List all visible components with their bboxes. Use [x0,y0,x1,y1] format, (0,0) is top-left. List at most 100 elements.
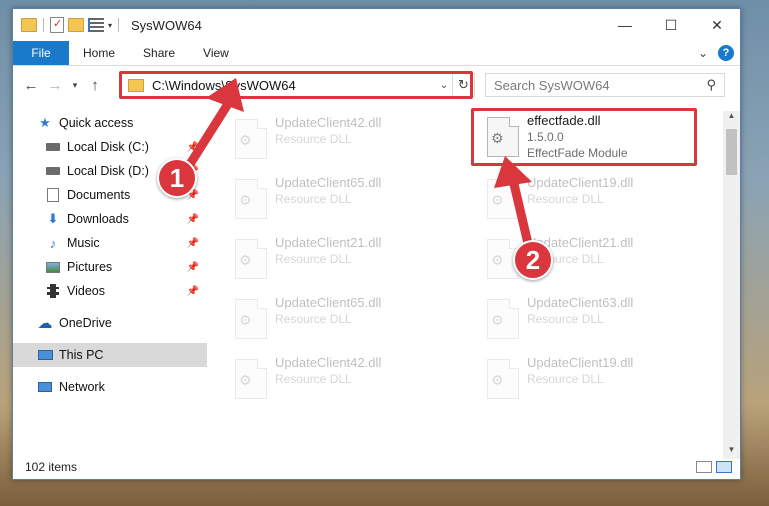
pin-icon[interactable]: 📌 [187,262,199,273]
file-type: Resource DLL [527,312,604,326]
item-count: 102 items [25,460,78,474]
file-type: Resource DLL [275,312,352,326]
sidebar-item-label: Downloads [67,212,129,226]
minimize-button[interactable]: — [602,9,648,41]
file-name: UpdateClient19.dll [527,175,634,190]
expand-ribbon-chevron-icon[interactable]: ⌄ [698,46,708,60]
file-name: UpdateClient19.dll [527,355,634,370]
large-icons-view-icon[interactable] [716,461,732,473]
file-type: Resource DLL [527,192,604,206]
videos-icon [45,284,61,298]
file-name: effectfade.dll [527,113,601,128]
details-view-icon[interactable] [696,461,712,473]
file-version: 1.5.0.0 [527,130,564,144]
folder-icon [21,18,37,32]
file-item[interactable]: ⚙ UpdateClient19.dll Resource DLL [475,175,695,227]
pin-icon[interactable]: 📌 [187,238,199,249]
file-name: UpdateClient65.dll [275,295,382,310]
close-button[interactable]: ✕ [694,9,740,41]
sidebar-item-label: Network [59,380,105,394]
address-dropdown-chevron-icon[interactable]: ⌄ [436,80,452,91]
sidebar-item-label: This PC [59,348,104,362]
quick-access-toolbar: ▾ [13,17,121,33]
pin-icon[interactable]: 📌 [187,214,199,225]
sidebar-item-music[interactable]: ♪ Music 📌 [13,231,207,255]
download-icon: ⬇ [47,211,59,226]
callout-badge-1: 1 [157,158,197,198]
documents-icon [45,188,61,202]
tab-file[interactable]: File [13,41,69,65]
sidebar-item-label: Documents [67,188,131,202]
sidebar-item-local-disk-c[interactable]: Local Disk (C:) 📌 [13,135,207,159]
file-item[interactable]: ⚙ UpdateClient63.dll Resource DLL [475,295,695,347]
customize-toolbar-chevron-icon[interactable]: ▾ [108,21,112,30]
back-arrow-icon[interactable]: ← [19,77,43,94]
dll-file-icon: ⚙ [235,179,267,219]
sidebar-item-onedrive[interactable]: ☁ OneDrive [13,311,207,335]
file-item[interactable]: ⚙ UpdateClient65.dll Resource DLL [223,175,443,227]
tab-share[interactable]: Share [129,41,189,65]
search-placeholder[interactable]: Search SysWOW64 [494,78,706,93]
tab-view[interactable]: View [189,41,243,65]
navigation-bar: ← → ▾ ↑ C:\Windows\SysWOW64 ⌄ ↻ Search S… [13,67,740,103]
file-type: Resource DLL [275,372,352,386]
address-bar[interactable]: C:\Windows\SysWOW64 ⌄ ↻ [121,73,475,97]
file-type: Resource DLL [527,372,604,386]
pin-icon[interactable]: 📌 [187,286,199,297]
file-type: Resource DLL [275,252,352,266]
music-icon: ♪ [49,235,57,251]
sidebar-item-network[interactable]: Network [13,375,207,399]
cloud-icon: ☁ [37,315,53,332]
refresh-icon[interactable]: ↻ [452,74,474,96]
file-list: ⚙ UpdateClient42.dll Resource DLL ⚙ Upda… [223,111,723,451]
star-icon: ★ [39,115,51,130]
pin-icon[interactable]: 📌 [187,142,199,153]
ribbon-tabs: File Home Share View ⌄ ? [13,41,740,66]
file-name: UpdateClient63.dll [527,295,634,310]
address-path[interactable]: C:\Windows\SysWOW64 [152,78,436,93]
scroll-thumb[interactable] [726,129,737,175]
new-folder-icon[interactable] [68,18,84,32]
sidebar-item-downloads[interactable]: ⬇ Downloads 📌 [13,207,207,231]
network-icon [37,380,53,394]
sidebar-item-videos[interactable]: Videos 📌 [13,279,207,303]
file-item-effectfade[interactable]: ⚙ effectfade.dll 1.5.0.0 EffectFade Modu… [475,113,695,165]
file-item[interactable]: ⚙ UpdateClient65.dll Resource DLL [223,295,443,347]
sidebar-item-label: Local Disk (C:) [67,140,149,154]
search-input[interactable]: Search SysWOW64 ⚲ [485,73,725,97]
sidebar-item-label: Music [67,236,100,250]
file-item[interactable]: ⚙ UpdateClient19.dll Resource DLL [475,355,695,407]
forward-arrow-icon[interactable]: → [43,77,67,94]
dll-file-icon: ⚙ [487,359,519,399]
scroll-up-arrow-icon[interactable]: ▲ [723,111,740,125]
tab-home[interactable]: Home [69,41,129,65]
sidebar-item-pictures[interactable]: Pictures 📌 [13,255,207,279]
up-arrow-icon[interactable]: ↑ [83,77,107,94]
vertical-scrollbar[interactable]: ▲ ▼ [723,111,740,459]
sidebar-item-label: Videos [67,284,105,298]
file-name: UpdateClient42.dll [275,115,382,130]
explorer-window: ▾ SysWOW64 — ☐ ✕ File Home Share View ⌄ … [12,8,741,480]
folder-icon [128,78,144,92]
file-item[interactable]: ⚙ UpdateClient42.dll Resource DLL [223,115,443,167]
recent-locations-chevron-icon[interactable]: ▾ [67,80,83,91]
dll-file-icon: ⚙ [487,117,519,157]
properties-check-icon[interactable] [50,17,64,33]
dll-file-icon: ⚙ [235,359,267,399]
file-item[interactable]: ⚙ UpdateClient42.dll Resource DLL [223,355,443,407]
help-icon[interactable]: ? [718,45,734,61]
file-item[interactable]: ⚙ UpdateClient21.dll Resource DLL [475,235,695,287]
sidebar-item-quick-access[interactable]: ★ Quick access [13,111,207,135]
file-description: EffectFade Module [527,146,628,160]
window-title: SysWOW64 [131,17,202,33]
drive-icon [45,140,61,154]
properties-icon[interactable] [88,18,104,32]
title-bar: ▾ SysWOW64 — ☐ ✕ [13,9,740,41]
dll-file-icon: ⚙ [235,299,267,339]
search-icon[interactable]: ⚲ [706,77,716,93]
file-item[interactable]: ⚙ UpdateClient21.dll Resource DLL [223,235,443,287]
sidebar-item-this-pc[interactable]: This PC [13,343,207,367]
pictures-icon [45,260,61,274]
dll-file-icon: ⚙ [235,119,267,159]
maximize-button[interactable]: ☐ [648,9,694,41]
